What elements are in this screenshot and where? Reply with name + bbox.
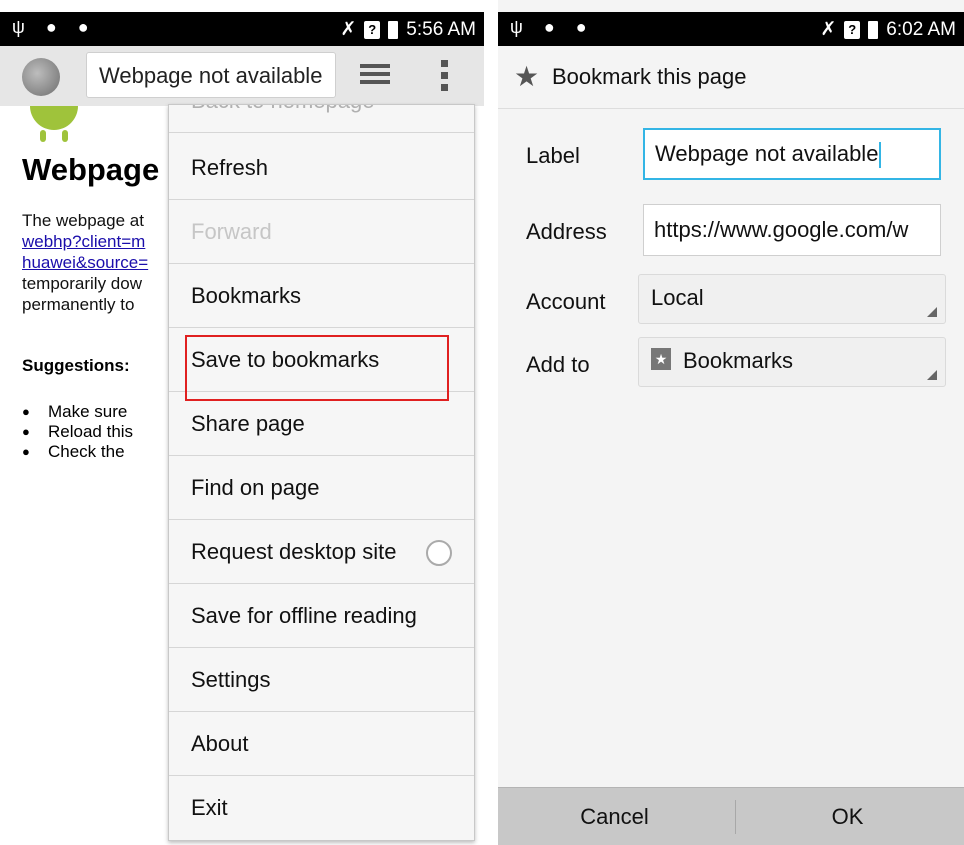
battery-icon: [388, 20, 399, 39]
dialog-title: Bookmark this page: [552, 64, 747, 89]
status-bar: ψ ● ● ✗ ? 6:02 AM: [498, 12, 964, 46]
menu-item-exit[interactable]: Exit: [169, 776, 474, 840]
menu-item-bookmarks[interactable]: Bookmarks: [169, 264, 474, 328]
browser-menu: Back to homepage Refresh Forward Bookmar…: [168, 104, 475, 841]
star-icon: ★: [514, 61, 540, 92]
list-item: Reload this: [22, 422, 133, 442]
menu-item-settings[interactable]: Settings: [169, 648, 474, 712]
notification-icons: ψ ● ●: [510, 17, 595, 37]
label-caption: Label: [526, 143, 580, 168]
suggestions-list: Make sure Reload this Check the: [22, 402, 133, 462]
browser-toolbar: Webpage not available: [0, 46, 484, 106]
android-icon: [30, 106, 78, 144]
status-time: 6:02 AM: [886, 18, 956, 40]
tabs-icon[interactable]: [360, 64, 390, 88]
desktop-site-checkbox[interactable]: [426, 540, 452, 566]
menu-item-save-offline[interactable]: Save for offline reading: [169, 584, 474, 648]
list-item: Check the: [22, 442, 133, 462]
sim-icon: ?: [844, 20, 861, 39]
sim-icon: ?: [364, 20, 381, 39]
bookmark-folder-icon: ★: [651, 348, 671, 371]
dialog-header: ★ Bookmark this page: [498, 46, 964, 108]
url-bar[interactable]: Webpage not available: [86, 52, 336, 98]
menu-item-label: Request desktop site: [191, 539, 397, 564]
account-value: Local: [651, 285, 704, 310]
mute-icon: ✗: [340, 19, 357, 40]
addto-value: Bookmarks: [683, 348, 794, 373]
address-input[interactable]: https://www.google.com/w: [643, 204, 941, 256]
cancel-button[interactable]: Cancel: [498, 788, 731, 845]
divider: [498, 108, 964, 109]
addto-dropdown[interactable]: ★ Bookmarks: [638, 337, 946, 387]
account-dropdown[interactable]: Local: [638, 274, 946, 324]
ok-button[interactable]: OK: [731, 788, 964, 845]
address-caption: Address: [526, 219, 607, 244]
menu-item-back-to-homepage[interactable]: Back to homepage: [169, 105, 474, 133]
suggestions-heading: Suggestions:: [22, 356, 130, 375]
addto-caption: Add to: [526, 352, 590, 377]
list-item: Make sure: [22, 402, 133, 422]
menu-item-find-on-page[interactable]: Find on page: [169, 456, 474, 520]
status-bar: ψ ● ● ✗ ? 5:56 AM: [0, 12, 484, 46]
button-bar: Cancel OK: [498, 787, 964, 845]
dropdown-arrow-icon: [927, 307, 937, 317]
notification-icons: ψ ● ●: [12, 17, 97, 37]
dropdown-arrow-icon: [927, 370, 937, 380]
status-right: ✗ ? 5:56 AM: [340, 18, 476, 41]
status-time: 5:56 AM: [406, 18, 476, 40]
bookmark-dialog-screen: ψ ● ● ✗ ? 6:02 AM ★ Bookmark this page L…: [498, 0, 964, 845]
status-right: ✗ ? 6:02 AM: [820, 18, 956, 41]
menu-item-share-page[interactable]: Share page: [169, 392, 474, 456]
label-input[interactable]: Webpage not available: [643, 128, 941, 180]
battery-icon: [868, 20, 879, 39]
error-link[interactable]: huawei&source=: [22, 253, 148, 272]
highlight-box: [185, 335, 449, 401]
menu-item-about[interactable]: About: [169, 712, 474, 776]
browser-screen: ψ ● ● ✗ ? 5:56 AM Webpage not available …: [0, 0, 484, 845]
menu-item-refresh[interactable]: Refresh: [169, 136, 474, 200]
error-link[interactable]: webhp?client=m: [22, 232, 145, 251]
account-caption: Account: [526, 289, 606, 314]
overflow-menu-icon[interactable]: [441, 60, 449, 96]
menu-item-request-desktop-site[interactable]: Request desktop site: [169, 520, 474, 584]
menu-item-forward: Forward: [169, 200, 474, 264]
mute-icon: ✗: [820, 19, 837, 40]
globe-icon[interactable]: [22, 58, 60, 96]
text-cursor: [879, 142, 882, 169]
label-input-value: Webpage not available: [655, 141, 879, 166]
